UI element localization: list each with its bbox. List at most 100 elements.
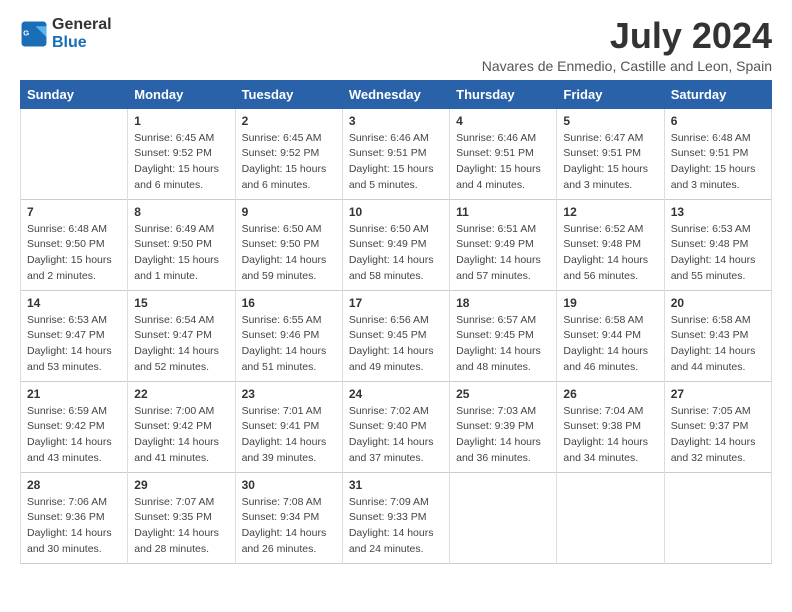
calendar-cell: 27 Sunrise: 7:05 AMSunset: 9:37 PMDayligh…	[664, 381, 771, 472]
day-number: 29	[134, 478, 228, 492]
day-number: 13	[671, 205, 765, 219]
calendar-cell: 12Sunrise: 6:52 AMSunset: 9:48 PMDayligh…	[557, 199, 664, 290]
page-header: G General Blue July 2024 Navares de Enme…	[20, 16, 772, 74]
header-cell-monday: Monday	[128, 80, 235, 108]
calendar-cell: 21Sunrise: 6:59 AMSunset: 9:42 PMDayligh…	[21, 381, 128, 472]
cell-details: Sunrise: 7:03 AMSunset: 9:39 PMDaylight:…	[456, 404, 550, 467]
day-number: 5	[563, 114, 657, 128]
header-cell-thursday: Thursday	[450, 80, 557, 108]
cell-details: Sunrise: 6:50 AMSunset: 9:49 PMDaylight:…	[349, 222, 443, 285]
day-number: 26	[563, 387, 657, 401]
calendar-cell	[21, 108, 128, 199]
cell-details: Sunrise: 6:48 AMSunset: 9:51 PMDaylight:…	[671, 131, 765, 194]
cell-details: Sunrise: 6:58 AMSunset: 9:44 PMDaylight:…	[563, 313, 657, 376]
cell-details: Sunrise: 7:08 AMSunset: 9:34 PMDaylight:…	[242, 495, 336, 558]
location-subtitle: Navares de Enmedio, Castille and Leon, S…	[482, 58, 772, 74]
header-cell-wednesday: Wednesday	[342, 80, 449, 108]
calendar-week-3: 21Sunrise: 6:59 AMSunset: 9:42 PMDayligh…	[21, 381, 772, 472]
logo: G General Blue	[20, 16, 112, 51]
title-area: July 2024 Navares de Enmedio, Castille a…	[482, 16, 772, 74]
calendar-cell: 23Sunrise: 7:01 AMSunset: 9:41 PMDayligh…	[235, 381, 342, 472]
cell-details: Sunrise: 6:53 AMSunset: 9:47 PMDaylight:…	[27, 313, 121, 376]
calendar-cell	[450, 472, 557, 563]
day-number: 6	[671, 114, 765, 128]
calendar-cell: 24 Sunrise: 7:02 AMSunset: 9:40 PMDayligh…	[342, 381, 449, 472]
day-number: 19	[563, 296, 657, 310]
day-number: 15	[134, 296, 228, 310]
day-number: 30	[242, 478, 336, 492]
calendar-cell: 26 Sunrise: 7:04 AMSunset: 9:38 PMDayligh…	[557, 381, 664, 472]
calendar-cell: 7Sunrise: 6:48 AMSunset: 9:50 PMDaylight…	[21, 199, 128, 290]
day-number: 24	[349, 387, 443, 401]
calendar-cell: 11Sunrise: 6:51 AMSunset: 9:49 PMDayligh…	[450, 199, 557, 290]
svg-text:G: G	[23, 28, 29, 37]
calendar-table: SundayMondayTuesdayWednesdayThursdayFrid…	[20, 80, 772, 564]
calendar-cell: 31 Sunrise: 7:09 AMSunset: 9:33 PMDayligh…	[342, 472, 449, 563]
cell-details: Sunrise: 6:59 AMSunset: 9:42 PMDaylight:…	[27, 404, 121, 467]
logo-icon: G	[20, 20, 48, 48]
day-number: 20	[671, 296, 765, 310]
calendar-cell: 20 Sunrise: 6:58 AMSunset: 9:43 PMDayligh…	[664, 290, 771, 381]
day-number: 31	[349, 478, 443, 492]
day-number: 14	[27, 296, 121, 310]
cell-details: Sunrise: 6:52 AMSunset: 9:48 PMDaylight:…	[563, 222, 657, 285]
day-number: 17	[349, 296, 443, 310]
cell-details: Sunrise: 7:06 AMSunset: 9:36 PMDaylight:…	[27, 495, 121, 558]
calendar-body: 1 Sunrise: 6:45 AMSunset: 9:52 PMDaylight…	[21, 108, 772, 563]
calendar-cell: 17Sunrise: 6:56 AMSunset: 9:45 PMDayligh…	[342, 290, 449, 381]
day-number: 11	[456, 205, 550, 219]
cell-details: Sunrise: 6:50 AMSunset: 9:50 PMDaylight:…	[242, 222, 336, 285]
calendar-header-row: SundayMondayTuesdayWednesdayThursdayFrid…	[21, 80, 772, 108]
header-cell-tuesday: Tuesday	[235, 80, 342, 108]
cell-details: Sunrise: 6:58 AMSunset: 9:43 PMDaylight:…	[671, 313, 765, 376]
cell-details: Sunrise: 6:47 AMSunset: 9:51 PMDaylight:…	[563, 131, 657, 194]
calendar-cell: 1 Sunrise: 6:45 AMSunset: 9:52 PMDaylight…	[128, 108, 235, 199]
cell-details: Sunrise: 7:02 AMSunset: 9:40 PMDaylight:…	[349, 404, 443, 467]
day-number: 1	[134, 114, 228, 128]
day-number: 3	[349, 114, 443, 128]
cell-details: Sunrise: 6:46 AMSunset: 9:51 PMDaylight:…	[349, 131, 443, 194]
cell-details: Sunrise: 6:49 AMSunset: 9:50 PMDaylight:…	[134, 222, 228, 285]
day-number: 4	[456, 114, 550, 128]
day-number: 22	[134, 387, 228, 401]
header-cell-friday: Friday	[557, 80, 664, 108]
calendar-week-4: 28 Sunrise: 7:06 AMSunset: 9:36 PMDayligh…	[21, 472, 772, 563]
calendar-cell	[664, 472, 771, 563]
day-number: 2	[242, 114, 336, 128]
day-number: 9	[242, 205, 336, 219]
cell-details: Sunrise: 6:46 AMSunset: 9:51 PMDaylight:…	[456, 131, 550, 194]
calendar-cell: 28 Sunrise: 7:06 AMSunset: 9:36 PMDayligh…	[21, 472, 128, 563]
calendar-cell: 14 Sunrise: 6:53 AMSunset: 9:47 PMDayligh…	[21, 290, 128, 381]
calendar-week-0: 1 Sunrise: 6:45 AMSunset: 9:52 PMDaylight…	[21, 108, 772, 199]
header-cell-saturday: Saturday	[664, 80, 771, 108]
day-number: 27	[671, 387, 765, 401]
cell-details: Sunrise: 7:07 AMSunset: 9:35 PMDaylight:…	[134, 495, 228, 558]
calendar-cell: 30 Sunrise: 7:08 AMSunset: 9:34 PMDayligh…	[235, 472, 342, 563]
cell-details: Sunrise: 6:45 AMSunset: 9:52 PMDaylight:…	[134, 131, 228, 194]
day-number: 10	[349, 205, 443, 219]
cell-details: Sunrise: 6:53 AMSunset: 9:48 PMDaylight:…	[671, 222, 765, 285]
calendar-cell: 25 Sunrise: 7:03 AMSunset: 9:39 PMDayligh…	[450, 381, 557, 472]
day-number: 28	[27, 478, 121, 492]
cell-details: Sunrise: 7:04 AMSunset: 9:38 PMDaylight:…	[563, 404, 657, 467]
day-number: 25	[456, 387, 550, 401]
day-number: 16	[242, 296, 336, 310]
cell-details: Sunrise: 6:54 AMSunset: 9:47 PMDaylight:…	[134, 313, 228, 376]
calendar-cell: 6 Sunrise: 6:48 AMSunset: 9:51 PMDaylight…	[664, 108, 771, 199]
calendar-cell: 5 Sunrise: 6:47 AMSunset: 9:51 PMDaylight…	[557, 108, 664, 199]
calendar-cell: 29 Sunrise: 7:07 AMSunset: 9:35 PMDayligh…	[128, 472, 235, 563]
cell-details: Sunrise: 7:01 AMSunset: 9:41 PMDaylight:…	[242, 404, 336, 467]
calendar-cell: 3 Sunrise: 6:46 AMSunset: 9:51 PMDaylight…	[342, 108, 449, 199]
calendar-cell: 2 Sunrise: 6:45 AMSunset: 9:52 PMDaylight…	[235, 108, 342, 199]
cell-details: Sunrise: 6:55 AMSunset: 9:46 PMDaylight:…	[242, 313, 336, 376]
logo-text: General Blue	[52, 16, 112, 51]
calendar-cell	[557, 472, 664, 563]
calendar-cell: 9 Sunrise: 6:50 AMSunset: 9:50 PMDaylight…	[235, 199, 342, 290]
calendar-week-2: 14 Sunrise: 6:53 AMSunset: 9:47 PMDayligh…	[21, 290, 772, 381]
cell-details: Sunrise: 6:45 AMSunset: 9:52 PMDaylight:…	[242, 131, 336, 194]
cell-details: Sunrise: 7:05 AMSunset: 9:37 PMDaylight:…	[671, 404, 765, 467]
calendar-cell: 18Sunrise: 6:57 AMSunset: 9:45 PMDayligh…	[450, 290, 557, 381]
cell-details: Sunrise: 7:09 AMSunset: 9:33 PMDaylight:…	[349, 495, 443, 558]
calendar-week-1: 7Sunrise: 6:48 AMSunset: 9:50 PMDaylight…	[21, 199, 772, 290]
calendar-cell: 15 Sunrise: 6:54 AMSunset: 9:47 PMDayligh…	[128, 290, 235, 381]
